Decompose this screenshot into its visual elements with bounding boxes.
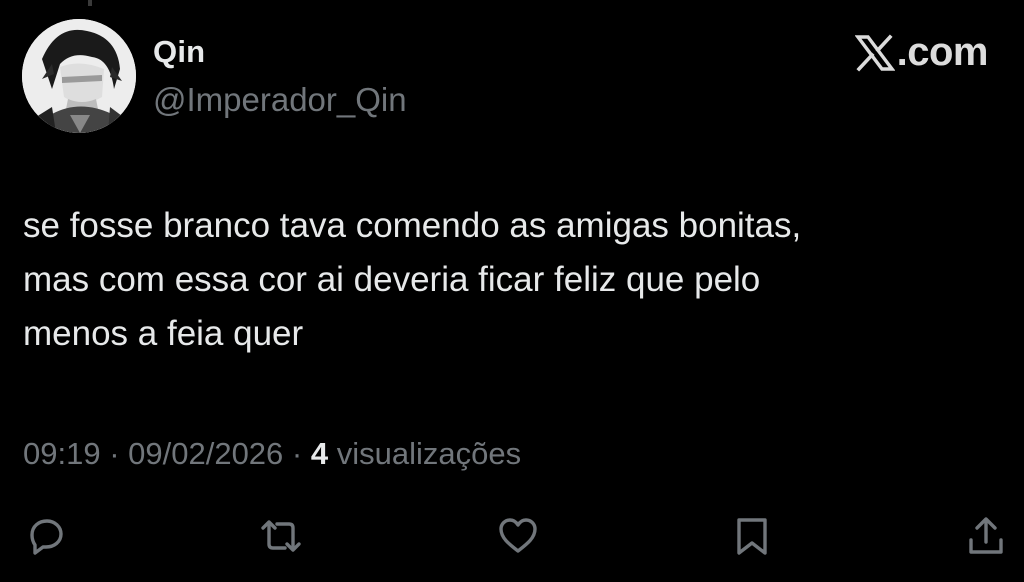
like-button[interactable] [494, 512, 542, 560]
repost-button[interactable] [257, 512, 305, 560]
speech-bubble-icon [30, 519, 63, 555]
bookmark-icon [737, 518, 767, 555]
top-divider-tick [88, 0, 92, 6]
reply-button[interactable] [22, 512, 70, 560]
repost-arrows-icon [261, 520, 301, 552]
views-count: 4 [310, 436, 329, 471]
avatar-image [22, 19, 136, 133]
tweet-date[interactable]: 09/02/2026 [128, 436, 283, 471]
x-logo-icon [854, 33, 895, 72]
brand-watermark: .com [854, 30, 989, 75]
avatar[interactable] [22, 19, 136, 133]
bookmark-button[interactable] [728, 512, 776, 560]
share-button[interactable] [962, 512, 1010, 560]
meta-separator: · [100, 436, 129, 471]
display-name[interactable]: Qin [153, 34, 205, 70]
brand-text: .com [896, 30, 989, 74]
heart-icon [499, 518, 537, 553]
share-upload-icon [969, 517, 1003, 554]
tweet-time[interactable]: 09:19 [23, 436, 101, 471]
meta-separator: · [283, 436, 311, 471]
tweet-action-bar [0, 512, 1024, 564]
views-label: visualizações [328, 436, 522, 471]
user-handle[interactable]: @Imperador_Qin [153, 81, 407, 119]
tweet-text: se fosse branco tava comendo as amigas b… [23, 206, 802, 353]
tweet-metadata: 09:19 · 09/02/2026 · 4 visualizações [23, 436, 521, 472]
